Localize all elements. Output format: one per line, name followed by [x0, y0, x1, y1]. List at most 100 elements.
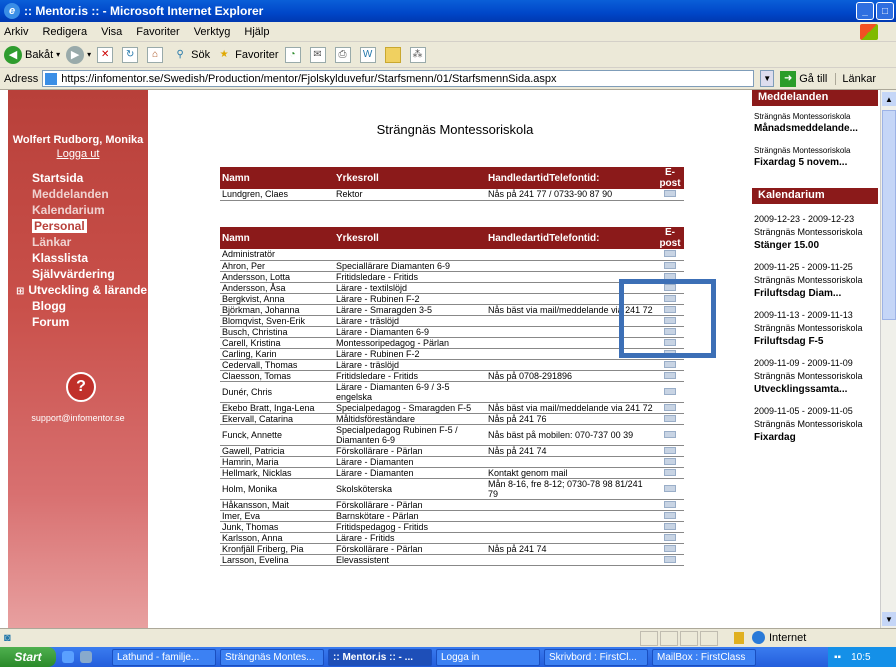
email-icon[interactable]: [664, 360, 676, 368]
email-icon[interactable]: [664, 403, 676, 411]
task-button[interactable]: MailBox : FirstClass: [652, 648, 756, 666]
logout-link[interactable]: Logga ut: [8, 148, 148, 160]
address-input[interactable]: https://infomentor.se/Swedish/Production…: [42, 70, 755, 87]
messages-header: Meddelanden: [752, 90, 878, 106]
nav-personal[interactable]: Personal: [12, 218, 148, 234]
email-icon[interactable]: [664, 533, 676, 541]
folder-button[interactable]: [384, 46, 404, 63]
menu-arkiv[interactable]: Arkiv: [4, 26, 28, 38]
nav-startsida[interactable]: Startsida: [12, 170, 148, 186]
favorites-button[interactable]: ★ Favoriter: [216, 47, 279, 63]
edit-button[interactable]: W: [359, 46, 379, 63]
refresh-button[interactable]: ↻: [122, 46, 141, 63]
email-icon[interactable]: [664, 349, 676, 357]
email-icon[interactable]: [664, 294, 676, 302]
cell-email: [656, 348, 684, 360]
email-icon[interactable]: [664, 387, 676, 395]
home-button[interactable]: ⌂: [147, 46, 166, 63]
email-icon[interactable]: [664, 484, 676, 492]
email-icon[interactable]: [664, 338, 676, 346]
cell-email: [656, 370, 684, 382]
task-button-active[interactable]: :: Mentor.is :: - ...: [328, 648, 432, 666]
nav-sjalvvardering[interactable]: Självvärdering: [12, 266, 148, 282]
stop-button[interactable]: ✕: [97, 46, 116, 63]
nav-utveckling[interactable]: ⊞ Utveckling & lärande: [12, 282, 148, 298]
cell-name: Junk, Thomas: [220, 521, 334, 533]
cell-role: Förskollärare - Pärlan: [334, 543, 486, 555]
menu-redigera[interactable]: Redigera: [42, 26, 87, 38]
right-sidebar: Meddelanden Strängnäs Montessoriskola Må…: [752, 90, 878, 628]
menu-visa[interactable]: Visa: [101, 26, 122, 38]
vertical-scrollbar[interactable]: ▲ ▼: [880, 90, 896, 628]
nav-forum[interactable]: Forum: [12, 314, 148, 330]
quicklaunch-ie-icon[interactable]: [62, 651, 74, 663]
email-icon[interactable]: [664, 250, 676, 258]
task-button[interactable]: Logga in: [436, 648, 540, 666]
email-icon[interactable]: [664, 272, 676, 280]
maximize-button[interactable]: □: [876, 2, 894, 20]
event-link[interactable]: Utvecklingssamta...: [754, 383, 878, 396]
links-button[interactable]: Länkar: [835, 72, 876, 85]
forward-button[interactable]: ▶ ▾: [66, 45, 91, 64]
task-button[interactable]: Lathund - familje...: [112, 648, 216, 666]
menu-verktyg[interactable]: Verktyg: [194, 26, 231, 38]
messenger-button[interactable]: ⁂: [409, 46, 429, 63]
email-icon[interactable]: [664, 261, 676, 269]
task-button[interactable]: Strängnäs Montes...: [220, 648, 324, 666]
menu-hjalp[interactable]: Hjälp: [244, 26, 269, 38]
task-button[interactable]: Skrivbord : FirstCl...: [544, 648, 648, 666]
email-icon[interactable]: [664, 371, 676, 379]
nav-kalendarium[interactable]: Kalendarium: [12, 202, 148, 218]
email-icon[interactable]: [664, 511, 676, 519]
back-label: Bakåt: [25, 48, 54, 61]
email-icon[interactable]: [664, 414, 676, 422]
event-link[interactable]: Friluftsdag Diam...: [754, 287, 878, 300]
email-icon[interactable]: [664, 316, 676, 324]
email-icon[interactable]: [664, 446, 676, 454]
print-button[interactable]: ⎙: [334, 46, 354, 63]
cell-role: Fritidsledare - Fritids: [334, 271, 486, 283]
message-link[interactable]: Månadsmeddelande...: [752, 123, 878, 134]
email-icon[interactable]: [664, 190, 676, 198]
scroll-down-icon[interactable]: ▼: [882, 612, 896, 626]
back-button[interactable]: ◀ Bakåt ▾: [4, 45, 60, 64]
email-icon[interactable]: [664, 468, 676, 476]
nav-meddelanden[interactable]: Meddelanden: [12, 186, 148, 202]
support-email[interactable]: support@infomentor.se: [8, 413, 148, 423]
cell-contact: [486, 499, 656, 511]
quicklaunch-desktop-icon[interactable]: [80, 651, 92, 663]
address-dropdown-button[interactable]: ▼: [760, 70, 775, 87]
scroll-thumb[interactable]: [882, 110, 896, 320]
email-icon[interactable]: [664, 522, 676, 530]
col-header-role: Yrkesroll: [334, 167, 486, 189]
event-link[interactable]: Stänger 15.00: [754, 239, 878, 252]
cell-email: [656, 510, 684, 522]
history-button[interactable]: ◔: [284, 46, 304, 63]
nav-klasslista[interactable]: Klasslista: [12, 250, 148, 266]
cell-name: Cedervall, Thomas: [220, 359, 334, 371]
nav-blogg[interactable]: Blogg: [12, 298, 148, 314]
scroll-up-icon[interactable]: ▲: [882, 92, 896, 106]
nav-lankar[interactable]: Länkar: [12, 234, 148, 250]
help-icon[interactable]: ?: [66, 372, 96, 402]
email-icon[interactable]: [664, 544, 676, 552]
menu-favoriter[interactable]: Favoriter: [136, 26, 179, 38]
email-icon[interactable]: [664, 327, 676, 335]
mail-button[interactable]: ✉: [309, 46, 329, 63]
cell-name: Lundgren, Claes: [220, 189, 334, 201]
email-icon[interactable]: [664, 430, 676, 438]
email-icon[interactable]: [664, 283, 676, 291]
message-link[interactable]: Fixardag 5 novem...: [752, 157, 878, 168]
email-icon[interactable]: [664, 457, 676, 465]
search-button[interactable]: ⚲ Sök: [172, 47, 211, 63]
event-link[interactable]: Friluftsdag F-5: [754, 335, 878, 348]
email-icon[interactable]: [664, 555, 676, 563]
start-button[interactable]: Start: [0, 647, 56, 667]
email-icon[interactable]: [664, 500, 676, 508]
event-link[interactable]: Fixardag: [754, 431, 878, 444]
go-button[interactable]: ➜ Gå till: [780, 70, 827, 87]
star-icon: ★: [219, 49, 229, 60]
cell-role: Montessoripedagog - Pärlan: [334, 337, 486, 349]
minimize-button[interactable]: _: [856, 2, 874, 20]
email-icon[interactable]: [664, 305, 676, 313]
